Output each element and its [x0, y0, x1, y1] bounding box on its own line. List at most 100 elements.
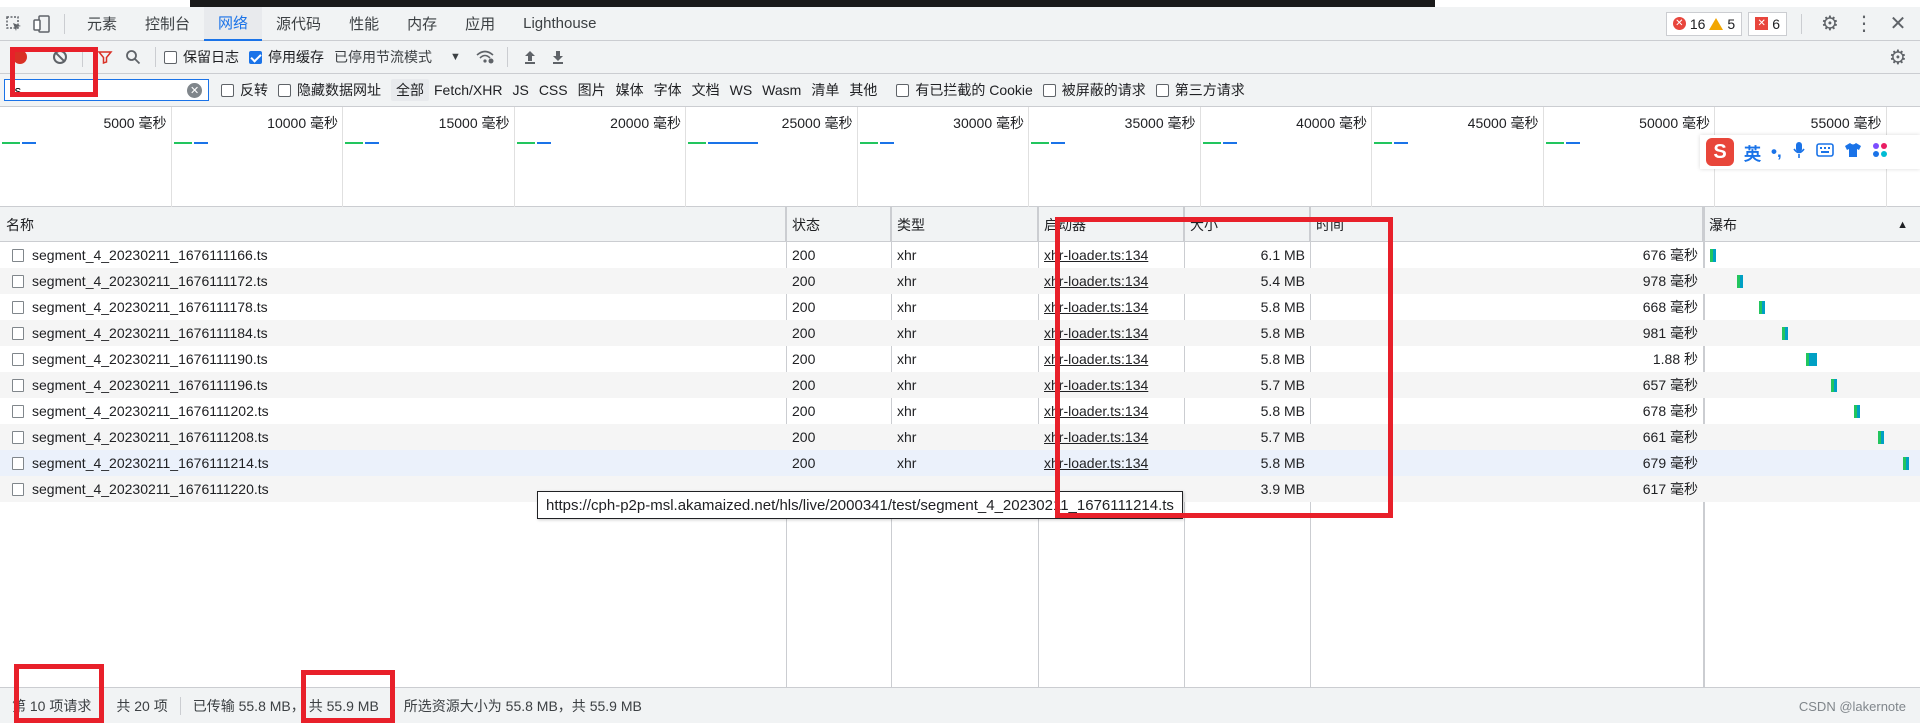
more-options-icon[interactable]: ⋮	[1850, 10, 1878, 38]
table-row[interactable]: segment_4_20230211_1676111172.ts 200 xhr xh…	[0, 268, 1920, 294]
filter-type-5[interactable]: 媒体	[611, 79, 649, 101]
table-row[interactable]: segment_4_20230211_1676111190.ts 200 xhr xh…	[0, 346, 1920, 372]
filter-type-2[interactable]: JS	[507, 79, 533, 101]
invert-checkbox[interactable]: 反转	[221, 80, 268, 100]
filter-type-8[interactable]: WS	[725, 79, 758, 101]
overview-column: 50000 毫秒	[1544, 107, 1715, 207]
filter-type-10[interactable]: 清单	[806, 79, 844, 101]
skin-shirt-icon[interactable]	[1844, 142, 1862, 163]
checkbox-box[interactable]	[164, 50, 177, 64]
request-name-cell[interactable]: segment_4_20230211_1676111214.ts	[12, 450, 782, 476]
microphone-icon[interactable]	[1792, 141, 1806, 164]
network-settings-gear-icon[interactable]: ⚙	[1884, 43, 1912, 71]
request-name[interactable]: segment_4_20230211_1676111214.ts	[32, 455, 269, 471]
request-name[interactable]: segment_4_20230211_1676111208.ts	[32, 429, 269, 445]
ime-mode[interactable]: 英	[1744, 140, 1761, 165]
overview-activity-tick	[173, 142, 192, 144]
table-row[interactable]: segment_4_20230211_1676111196.ts 200 xhr xh…	[0, 372, 1920, 398]
checkbox-box[interactable]	[1042, 83, 1056, 97]
disable-cache-checkbox[interactable]: 停用缓存	[249, 47, 324, 67]
request-name[interactable]: segment_4_20230211_1676111184.ts	[32, 325, 268, 341]
request-name[interactable]: segment_4_20230211_1676111202.ts	[32, 403, 269, 419]
table-row[interactable]: segment_4_20230211_1676111166.ts 200 xhr xh…	[0, 242, 1920, 268]
third-party-checkbox[interactable]: 第三方请求	[1155, 80, 1245, 100]
filter-type-0[interactable]: 全部	[391, 79, 429, 101]
column-header-waterfall[interactable]: 瀑布 ▲	[1703, 207, 1920, 242]
checkbox-box[interactable]	[896, 83, 910, 97]
overview-activity-tick	[1051, 142, 1065, 144]
tab-7[interactable]: Lighthouse	[509, 7, 610, 41]
tab-3[interactable]: 源代码	[262, 7, 335, 41]
table-row[interactable]: segment_4_20230211_1676111202.ts 200 xhr xh…	[0, 398, 1920, 424]
request-name[interactable]: segment_4_20230211_1676111166.ts	[32, 247, 268, 263]
column-header-name[interactable]: 名称	[0, 207, 786, 242]
table-row[interactable]: segment_4_20230211_1676111208.ts 200 xhr xh…	[0, 424, 1920, 450]
column-header-status[interactable]: 状态	[786, 207, 891, 242]
checkbox-box[interactable]	[249, 50, 262, 64]
network-toolbar: 保留日志 停用缓存 已停用节流模式 ▼ ⚙	[0, 41, 1920, 74]
preserve-log-checkbox[interactable]: 保留日志	[164, 47, 239, 67]
export-har-icon[interactable]	[544, 43, 572, 71]
request-name[interactable]: segment_4_20230211_1676111190.ts	[32, 351, 268, 367]
request-name-cell[interactable]: segment_4_20230211_1676111196.ts	[12, 372, 782, 398]
checkbox-box[interactable]	[221, 83, 234, 97]
request-status: 200	[792, 247, 816, 263]
tab-5[interactable]: 内存	[393, 7, 451, 41]
overview-activity-tick	[1394, 142, 1408, 144]
tab-1[interactable]: 控制台	[131, 7, 204, 41]
inspect-element-icon[interactable]	[0, 10, 28, 38]
request-name-cell[interactable]: segment_4_20230211_1676111208.ts	[12, 424, 782, 450]
device-toolbar-icon[interactable]	[28, 10, 56, 38]
request-name-cell[interactable]: segment_4_20230211_1676111166.ts	[12, 242, 782, 268]
table-row[interactable]: segment_4_20230211_1676111214.ts 200 xhr xh…	[0, 450, 1920, 476]
tab-2[interactable]: 网络	[204, 6, 263, 41]
request-name-cell[interactable]: segment_4_20230211_1676111184.ts	[12, 320, 782, 346]
table-row[interactable]: segment_4_20230211_1676111178.ts 200 xhr xh…	[0, 294, 1920, 320]
search-icon[interactable]	[119, 43, 147, 71]
filter-type-7[interactable]: 文档	[687, 79, 725, 101]
overview-activity-tick	[879, 142, 894, 144]
request-name-cell[interactable]: segment_4_20230211_1676111178.ts	[12, 294, 782, 320]
blocked-cookies-checkbox[interactable]: 有已拦截的 Cookie	[896, 80, 1033, 100]
toolbox-grid-icon[interactable]	[1872, 142, 1888, 163]
network-overview[interactable]: 5000 毫秒 10000 毫秒 15000 毫秒 20000 毫秒 25000 毫秒 3…	[0, 107, 1920, 207]
hide-data-urls-checkbox[interactable]: 隐藏数据网址	[278, 80, 381, 100]
filter-type-11[interactable]: 其他	[844, 79, 882, 101]
request-name-cell[interactable]: segment_4_20230211_1676111202.ts	[12, 398, 782, 424]
blocked-requests-checkbox[interactable]: 被屏蔽的请求	[1042, 80, 1146, 100]
tab-6[interactable]: 应用	[451, 7, 509, 41]
ime-logo[interactable]: S	[1706, 138, 1734, 166]
throttling-select[interactable]: 已停用节流模式 ▼	[334, 47, 461, 67]
resources-size: 所选资源大小为 55.8 MB，共 55.9 MB	[403, 697, 642, 714]
filter-type-1[interactable]: Fetch/XHR	[429, 79, 507, 101]
request-name[interactable]: segment_4_20230211_1676111220.ts	[32, 481, 269, 497]
request-name[interactable]: segment_4_20230211_1676111172.ts	[32, 273, 268, 289]
column-header-type[interactable]: 类型	[891, 207, 1038, 242]
settings-gear-icon[interactable]: ⚙	[1816, 10, 1844, 38]
waterfall-bar	[1781, 327, 1788, 340]
checkbox-box[interactable]	[1155, 83, 1169, 97]
console-counter-badge[interactable]: ✕ 16 5	[1665, 11, 1743, 36]
annotation-box-size	[1055, 217, 1393, 518]
checkbox-box[interactable]	[278, 83, 291, 97]
issues-counter-badge[interactable]: ✕ 6	[1748, 11, 1787, 36]
overview-time-label: 45000 毫秒	[1467, 115, 1539, 131]
keyboard-icon[interactable]	[1815, 142, 1834, 162]
filter-type-9[interactable]: Wasm	[757, 79, 806, 101]
filter-type-4[interactable]: 图片	[573, 79, 611, 101]
request-name[interactable]: segment_4_20230211_1676111178.ts	[32, 299, 268, 315]
tab-4[interactable]: 性能	[335, 7, 393, 41]
filter-type-3[interactable]: CSS	[534, 79, 573, 101]
import-har-icon[interactable]	[516, 43, 544, 71]
overview-time-label: 30000 毫秒	[953, 115, 1024, 131]
tab-0[interactable]: 元素	[73, 7, 131, 41]
request-name-cell[interactable]: segment_4_20230211_1676111190.ts	[12, 346, 782, 372]
ime-punctuation[interactable]: •,	[1771, 142, 1782, 162]
clear-filter-icon[interactable]: ✕	[187, 82, 202, 98]
request-name-cell[interactable]: segment_4_20230211_1676111172.ts	[12, 268, 782, 294]
close-devtools-icon[interactable]: ✕	[1884, 10, 1912, 38]
filter-type-6[interactable]: 字体	[649, 79, 687, 101]
network-conditions-icon[interactable]	[471, 43, 499, 71]
table-row[interactable]: segment_4_20230211_1676111184.ts 200 xhr xh…	[0, 320, 1920, 346]
request-name[interactable]: segment_4_20230211_1676111196.ts	[32, 377, 268, 393]
